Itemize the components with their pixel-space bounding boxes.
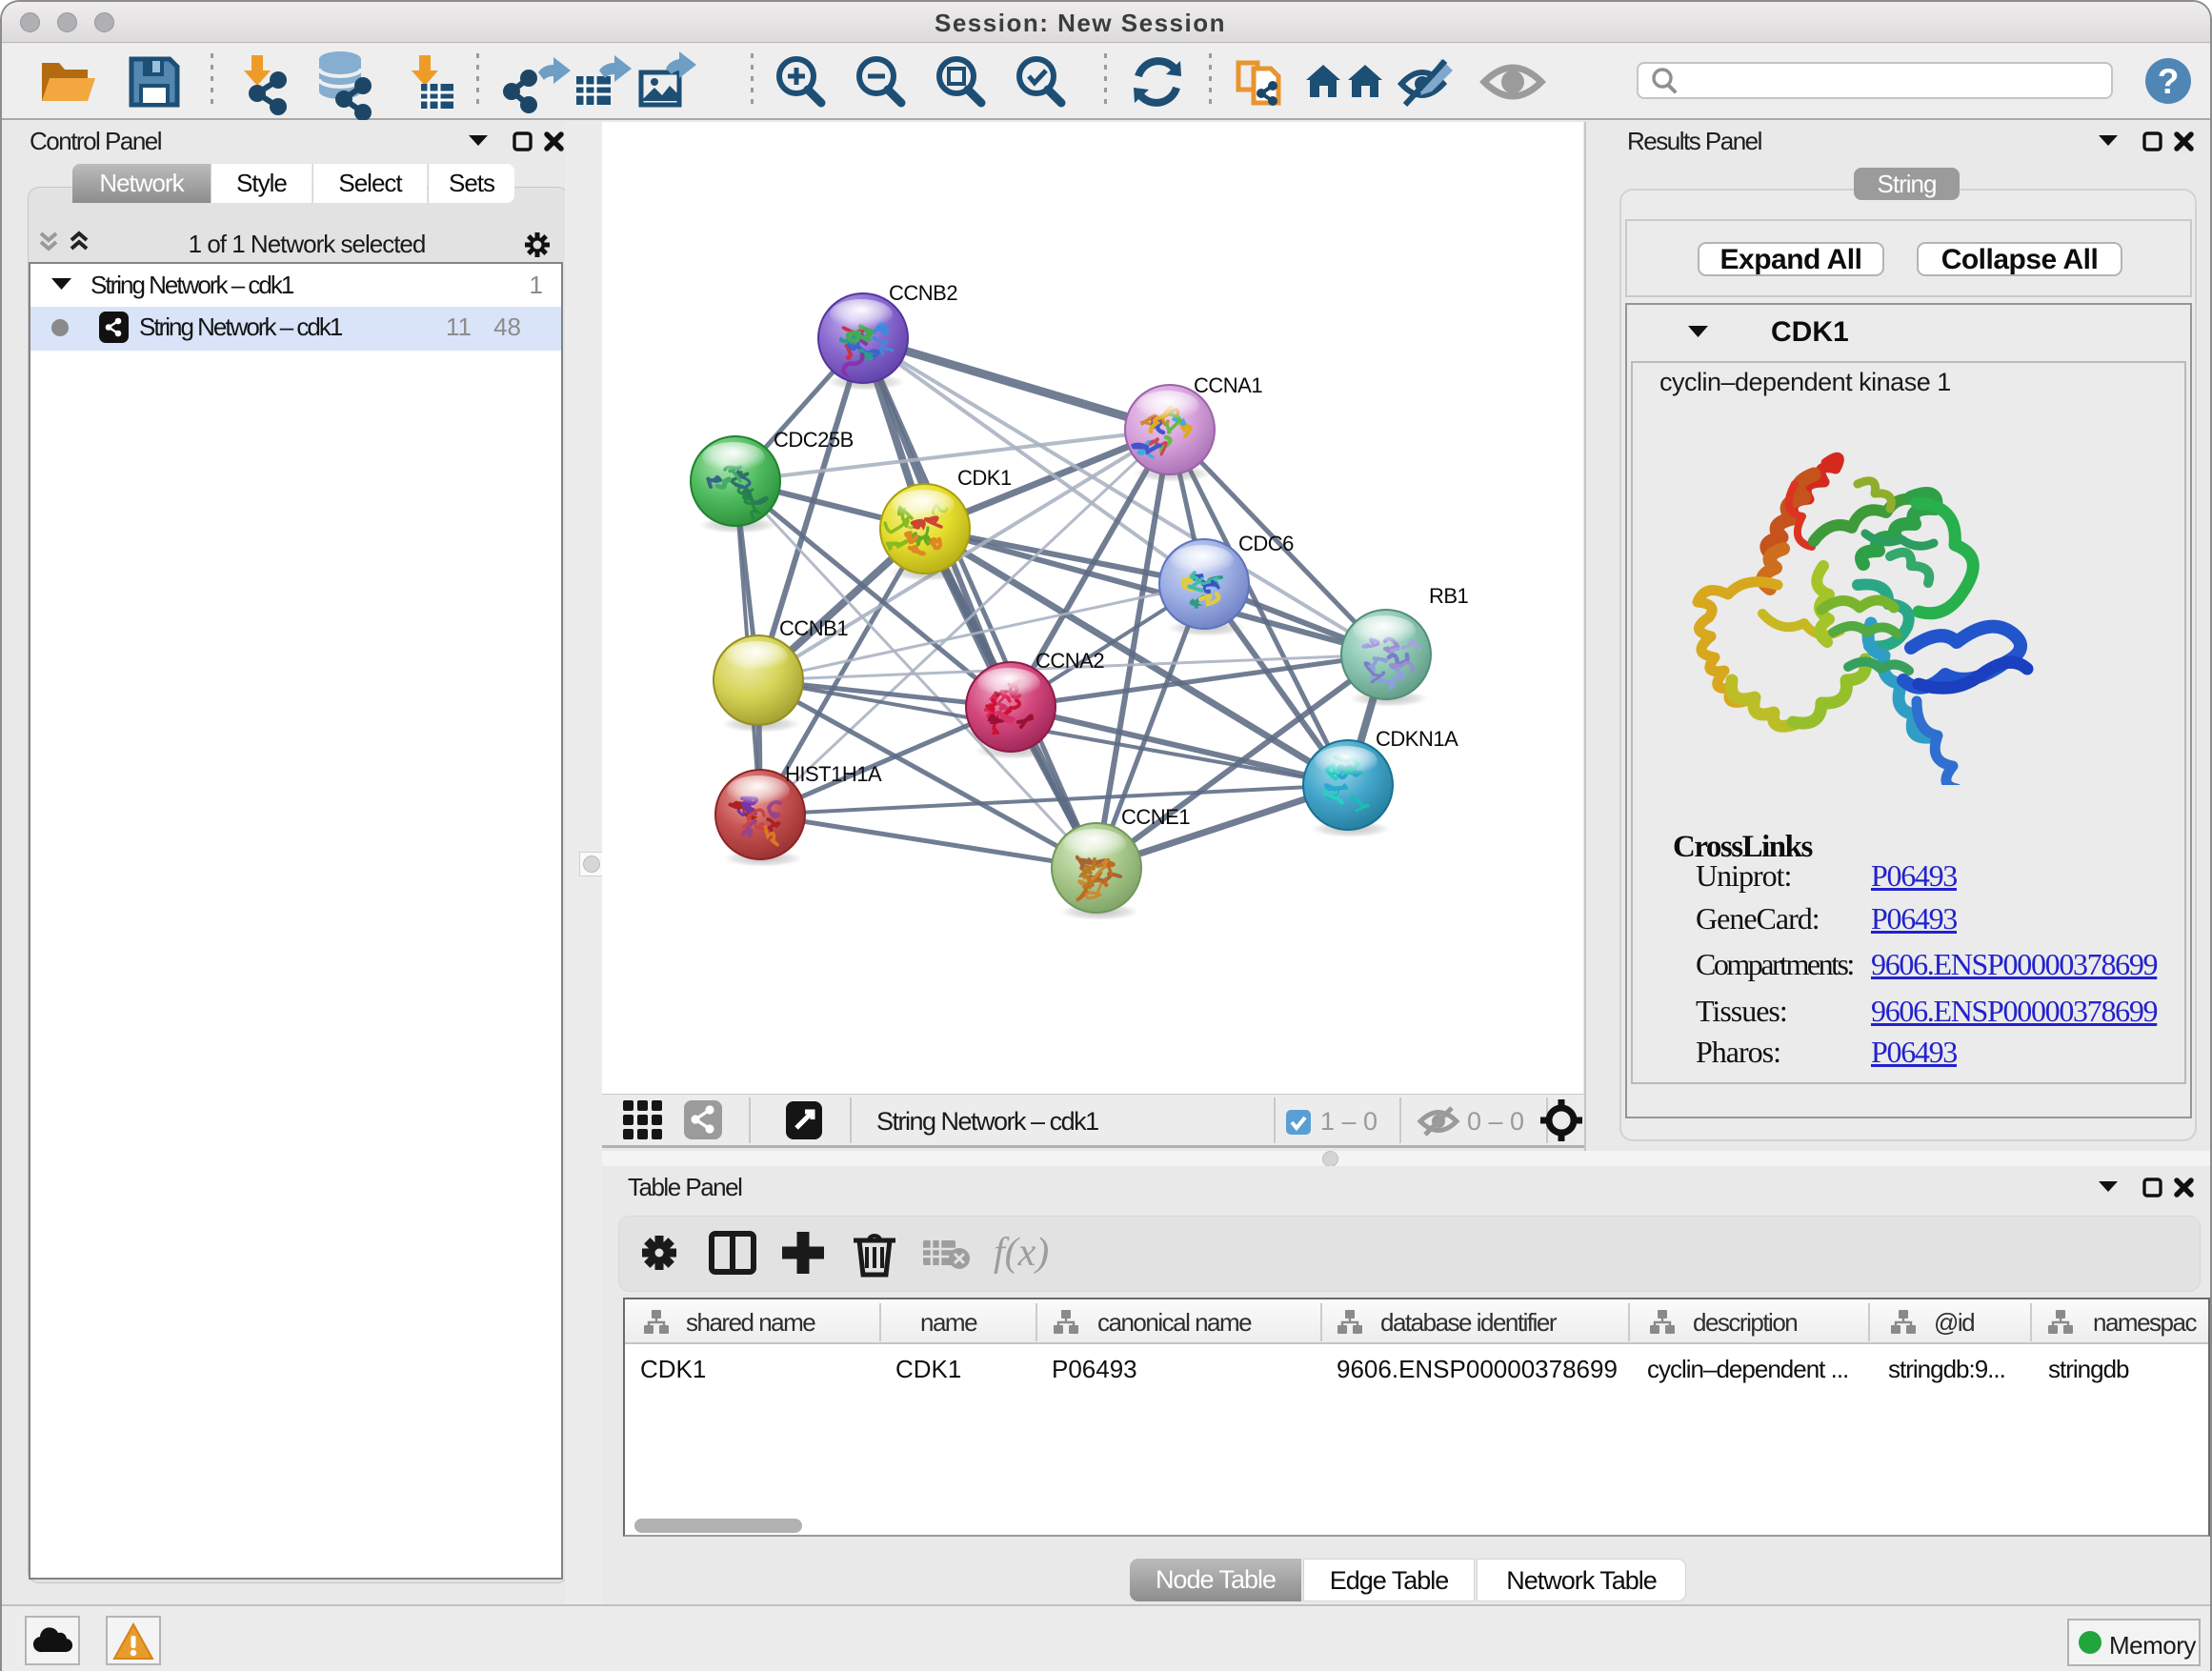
svg-text:RB1: RB1 bbox=[1429, 584, 1469, 608]
svg-text:CDKN1A: CDKN1A bbox=[1376, 727, 1458, 751]
svg-text:CCNB1: CCNB1 bbox=[779, 616, 848, 640]
svg-text:CDK1: CDK1 bbox=[957, 466, 1012, 490]
svg-text:CCNE1: CCNE1 bbox=[1121, 805, 1190, 829]
svg-text:@id: @id bbox=[1934, 1308, 1974, 1337]
svg-text:1 – 0: 1 – 0 bbox=[1320, 1107, 1377, 1136]
svg-text:name: name bbox=[920, 1308, 977, 1337]
svg-text:HIST1H1A: HIST1H1A bbox=[785, 762, 882, 786]
svg-text:CDC25B: CDC25B bbox=[774, 428, 854, 452]
svg-text:canonical name: canonical name bbox=[1097, 1308, 1252, 1337]
svg-text:CCNA1: CCNA1 bbox=[1194, 373, 1262, 397]
svg-text:CCNB2: CCNB2 bbox=[889, 281, 957, 305]
svg-text:String Network – cdk1: String Network – cdk1 bbox=[876, 1107, 1098, 1136]
svg-text:f(x): f(x) bbox=[994, 1231, 1049, 1275]
svg-text:database identifier: database identifier bbox=[1380, 1308, 1558, 1337]
svg-text:0 – 0: 0 – 0 bbox=[1467, 1107, 1524, 1136]
svg-text:CCNA2: CCNA2 bbox=[1036, 649, 1104, 673]
svg-text:?: ? bbox=[2158, 62, 2180, 101]
svg-text:description: description bbox=[1693, 1308, 1797, 1337]
svg-text:CDC6: CDC6 bbox=[1238, 532, 1294, 555]
svg-text:namespac: namespac bbox=[2093, 1308, 2197, 1337]
svg-text:shared name: shared name bbox=[686, 1308, 815, 1337]
